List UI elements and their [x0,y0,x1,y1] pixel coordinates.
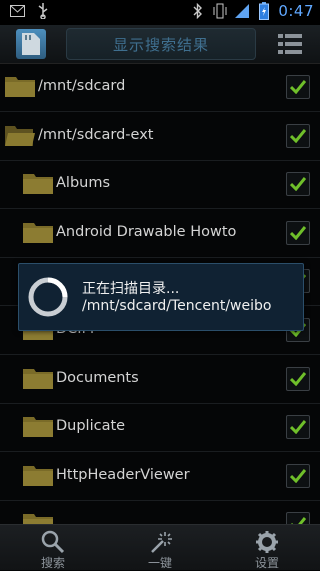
dialog-title: 正在扫描目录... [82,281,180,297]
sd-card-app-icon[interactable] [16,29,46,59]
folder-checkbox[interactable] [286,366,310,391]
top-toolbar: 显示搜索结果 [0,25,320,64]
folder-icon [23,170,53,196]
show-search-results-button[interactable]: 显示搜索结果 [66,28,256,60]
bluetooth-icon [190,3,206,19]
settings-tab-label: 设置 [254,556,279,570]
search-icon [41,530,65,554]
folder-icon [23,413,53,439]
folder-checkbox[interactable] [286,172,310,197]
scanning-dialog: 正在扫描目录... /mnt/sdcard/Tencent/weibo [18,263,304,331]
folder-checkbox[interactable] [286,463,310,488]
folder-row[interactable]: /mnt/sdcard [0,63,320,112]
folder-name: Duplicate [56,418,126,435]
gmail-icon [9,3,25,19]
folder-icon [5,122,35,148]
checkmark-icon [290,80,306,94]
folder-icon [23,219,53,245]
progress-spinner-icon [28,277,68,317]
folder-row[interactable]: Duplicate [0,403,320,453]
folder-name: Android Drawable Howto [56,223,237,240]
checkmark-icon [290,225,306,240]
checkmark-icon [290,128,306,143]
folder-row[interactable]: Android Drawable Howto [0,209,320,258]
signal-icon [234,3,250,19]
battery-icon [256,2,272,20]
folder-checkbox[interactable] [286,75,310,99]
status-bar: 0:47 [0,0,320,25]
folder-icon [5,73,35,99]
search-tab[interactable]: 搜索 [0,525,106,570]
folder-checkbox[interactable] [286,123,310,148]
folder-name: Documents [56,369,139,386]
folder-row[interactable]: HttpHeaderViewer [0,452,320,501]
dialog-path: /mnt/sdcard/Tencent/weibo [82,298,272,314]
folder-row[interactable]: Albums [0,160,320,210]
checkmark-icon [290,177,306,192]
vibrate-icon [212,3,228,19]
folder-checkbox[interactable] [286,220,310,245]
gear-icon [256,531,278,553]
magic-wand-icon [151,532,172,553]
checkmark-icon [290,371,306,386]
bottom-bar: 搜索 一键 设置 [0,524,320,570]
folder-checkbox[interactable] [286,415,310,440]
search-tab-label: 搜索 [40,556,65,570]
folder-name: /mnt/sdcard [38,78,126,94]
checkmark-icon [290,468,306,483]
folder-row[interactable]: Documents [0,355,320,404]
folder-name: HttpHeaderViewer [56,466,190,483]
folder-icon [23,365,53,391]
folder-icon [23,462,53,488]
settings-tab[interactable]: 设置 [214,525,320,570]
clock: 0:47 [278,2,314,20]
folder-row[interactable]: /mnt/sdcard-ext [0,112,320,161]
list-menu-icon[interactable] [278,33,302,55]
folder-name: /mnt/sdcard-ext [38,126,154,143]
folder-name: Albums [56,175,111,192]
checkmark-icon [290,420,306,435]
one-click-tab[interactable]: 一键 [107,525,213,570]
usb-icon [35,3,51,19]
one-click-tab-label: 一键 [147,556,172,570]
